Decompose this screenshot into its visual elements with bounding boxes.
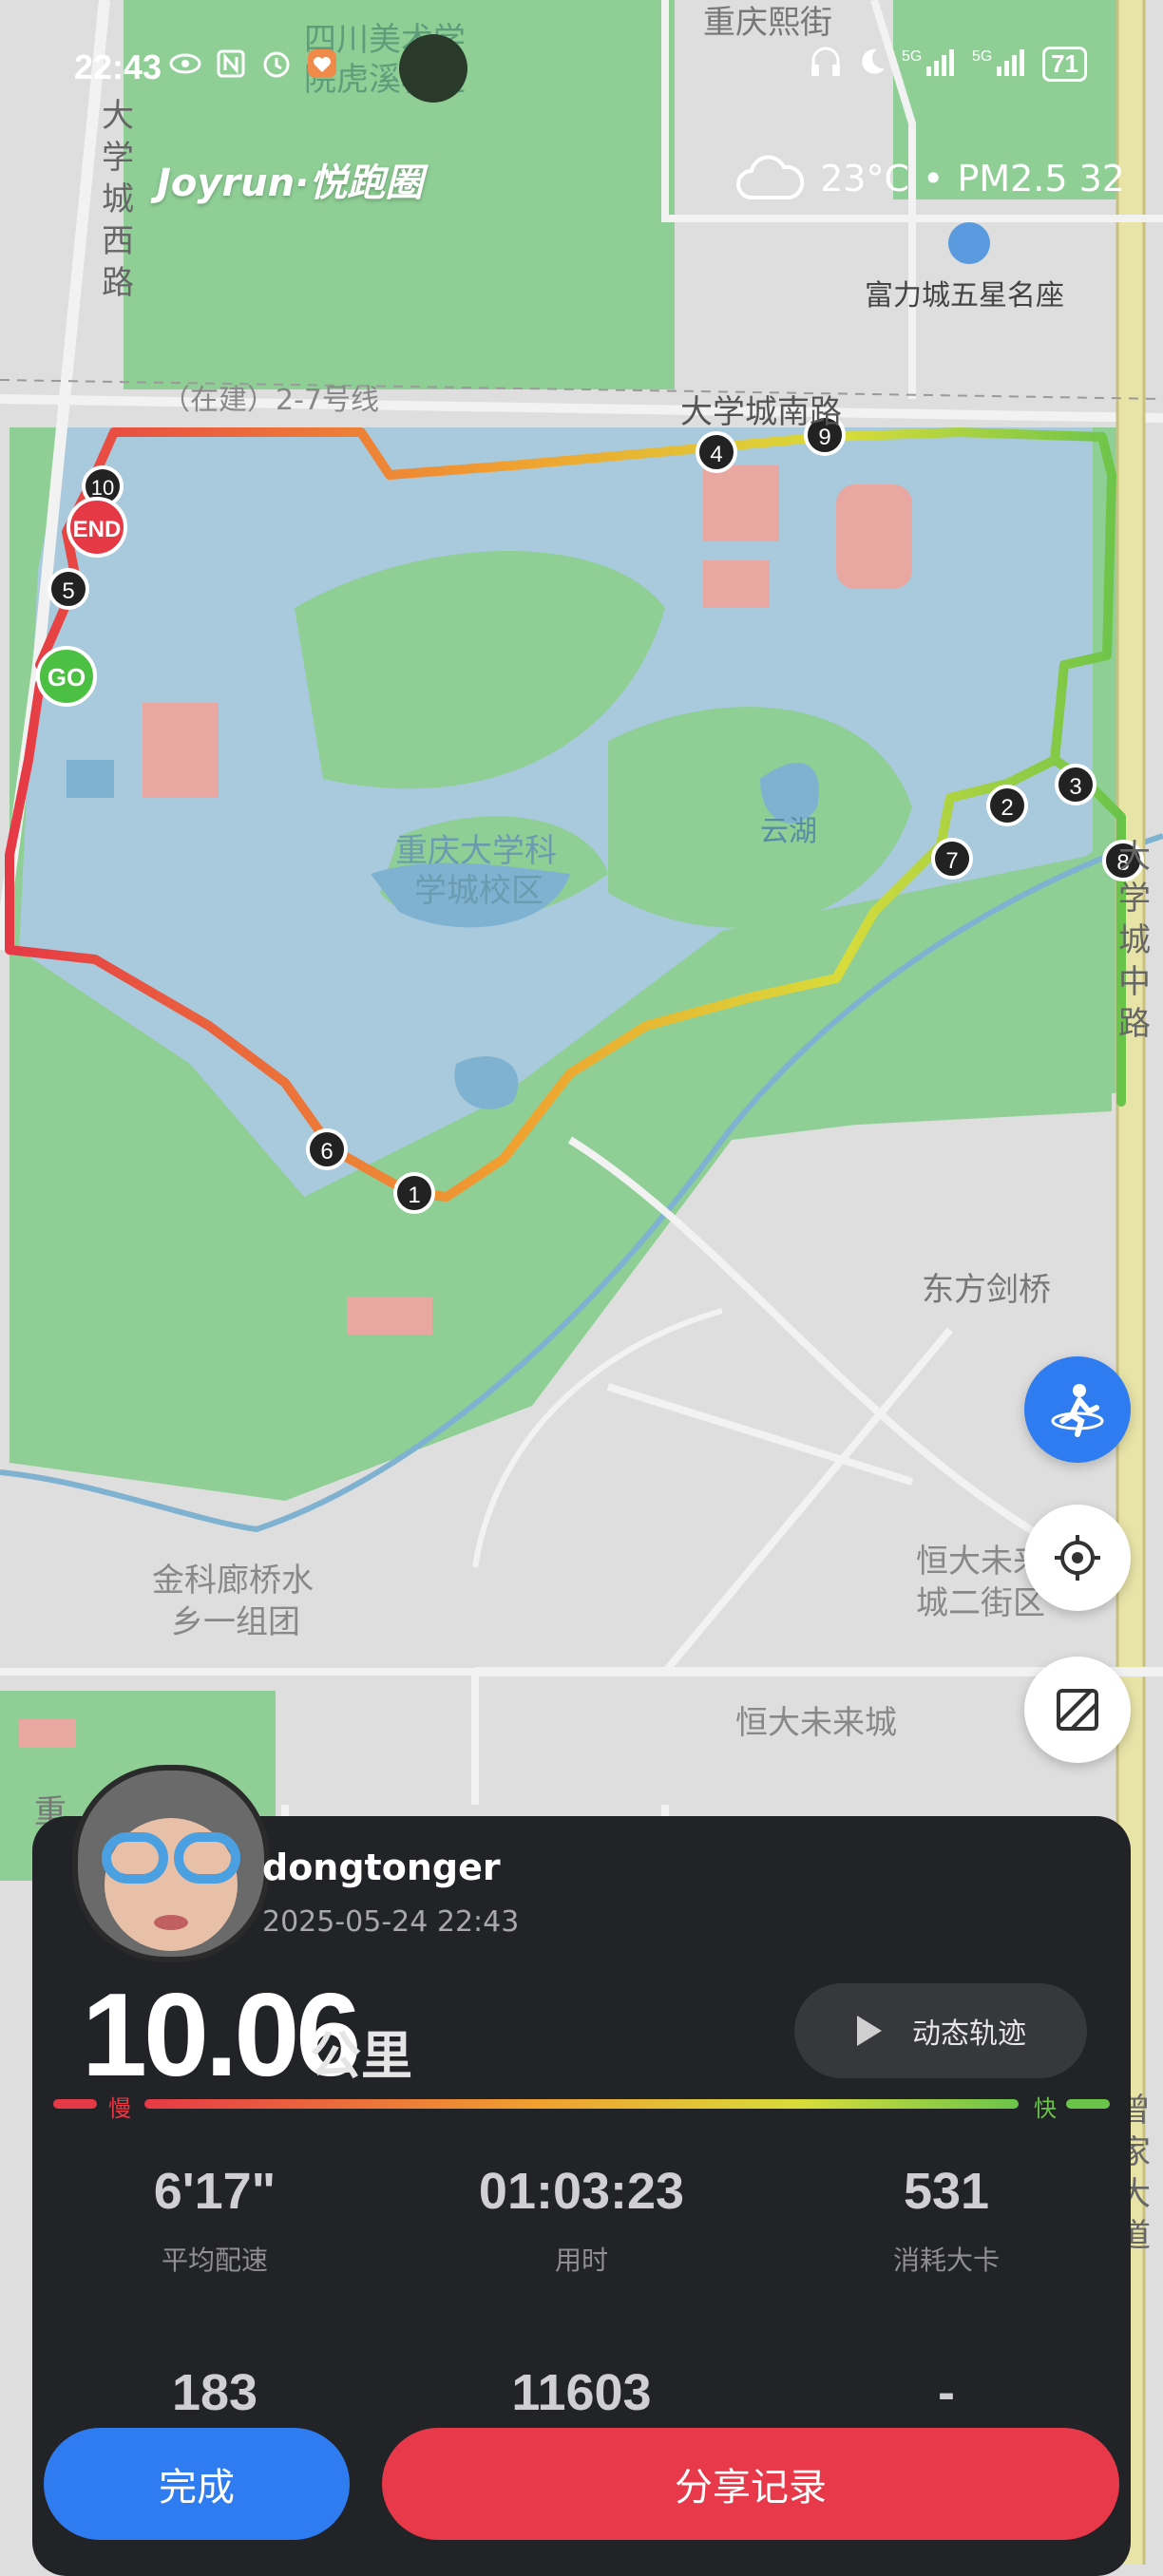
distance-unit: 公里	[310, 2026, 412, 2086]
map-label: 城二街区	[916, 1584, 1045, 1622]
map-layer-icon	[1057, 1689, 1098, 1731]
stat-value: 6'17"	[153, 2163, 276, 2220]
end-label: END	[73, 517, 122, 542]
runner-icon	[1051, 1384, 1104, 1437]
stat-value: 531	[903, 2163, 990, 2220]
end-marker: END	[67, 497, 127, 558]
brand-logo: Joyrun·悦跑圈	[157, 161, 424, 205]
map-label: 学城校区	[414, 872, 543, 910]
battery-indicator: 71	[1042, 46, 1087, 82]
username: dongtonger	[262, 1847, 501, 1888]
app-icon	[399, 34, 467, 103]
stat-label: 用时	[554, 2245, 608, 2276]
locate-button[interactable]	[1024, 1505, 1131, 1611]
km-label: 4	[710, 442, 722, 467]
map-label: 乡一组团	[171, 1603, 300, 1641]
moon-icon	[856, 46, 888, 82]
km-label: 2	[1001, 795, 1013, 821]
km-label: 1	[408, 1183, 420, 1208]
stat-extra: -	[766, 2363, 1127, 2422]
map-label: 金科廊桥水	[152, 1562, 314, 1600]
weather: 23°C • PM2.5 32	[734, 154, 1125, 203]
legend-fast: 快	[1034, 2095, 1057, 2122]
svg-text:5G: 5G	[972, 48, 992, 65]
stat-heart-rate: 183	[34, 2363, 395, 2422]
km-marker: 4	[696, 431, 737, 473]
stat-value: 183	[171, 2364, 258, 2421]
crosshair-icon	[1055, 1535, 1100, 1581]
km-marker: 2	[986, 785, 1028, 826]
weather-separator: •	[923, 158, 944, 199]
map-label: 富力城五星名座	[865, 279, 1064, 313]
replay-track-button[interactable]: 动态轨迹	[794, 1983, 1087, 2078]
avatar[interactable]	[72, 1765, 270, 1962]
map-label: （在建）2-7号线	[162, 384, 379, 417]
km-marker: 7	[931, 838, 973, 880]
weather-temp: 23°C	[820, 158, 909, 199]
cloud-icon	[736, 155, 805, 199]
stat-duration: 01:03:23 用时	[401, 2162, 762, 2278]
share-record-button[interactable]: 分享记录	[382, 2428, 1119, 2540]
stat-value: -	[938, 2364, 955, 2421]
map-label: 东方剑桥	[922, 1271, 1051, 1309]
km-label: 3	[1069, 774, 1081, 800]
pace-legend: 慢 快	[53, 2090, 1110, 2122]
svg-text:5G: 5G	[902, 48, 922, 65]
map-style-button[interactable]	[1024, 1657, 1131, 1763]
pace-gradient-bar	[144, 2099, 1019, 2109]
legend-slow: 慢	[108, 2095, 131, 2122]
status-time: 22:43	[74, 47, 162, 86]
weather-aqi: PM2.5 32	[957, 158, 1125, 199]
start-marker: GO	[36, 646, 97, 707]
signal-5g-icon: 5G	[902, 46, 959, 82]
nfc-icon	[215, 47, 247, 80]
poi-pin-icon	[948, 222, 990, 264]
km-marker: 6	[306, 1128, 348, 1170]
start-label: GO	[48, 663, 86, 691]
alarm-icon	[260, 47, 293, 80]
run-datetime: 2025-05-24 22:43	[262, 1905, 520, 1939]
km-label: 6	[320, 1139, 333, 1165]
map-label: 恒大未来城	[735, 1704, 897, 1742]
stat-value: 01:03:23	[478, 2163, 685, 2220]
status-bar: 22:43 5G 5G 71	[0, 0, 1163, 133]
map-label: 云湖	[760, 815, 817, 848]
play-icon	[857, 2016, 882, 2046]
km-label: 10	[91, 476, 114, 500]
running-mode-button[interactable]	[1024, 1356, 1131, 1463]
stat-value: 11603	[511, 2364, 652, 2421]
stat-avg-pace: 6'17" 平均配速	[34, 2162, 395, 2278]
signal-5g-icon: 5G	[972, 46, 1029, 82]
replay-track-label: 动态轨迹	[912, 2017, 1026, 2051]
km-marker: 1	[393, 1172, 435, 1214]
health-icon	[306, 47, 338, 80]
done-button[interactable]: 完成	[44, 2428, 350, 2540]
stat-label: 平均配速	[161, 2245, 268, 2276]
km-label: 5	[62, 578, 74, 604]
km-label: 7	[945, 848, 958, 874]
eye-icon	[169, 47, 201, 80]
km-marker: 3	[1055, 764, 1096, 805]
headphones-icon	[809, 46, 843, 82]
map-label-vertical: 大学城中路	[1118, 838, 1151, 1043]
stat-calories: 531 消耗大卡	[766, 2162, 1127, 2278]
km-marker: 5	[48, 568, 89, 610]
map-label: 大学城南路	[680, 393, 842, 431]
stat-label: 消耗大卡	[892, 2245, 1000, 2276]
stat-steps: 11603	[401, 2363, 762, 2422]
